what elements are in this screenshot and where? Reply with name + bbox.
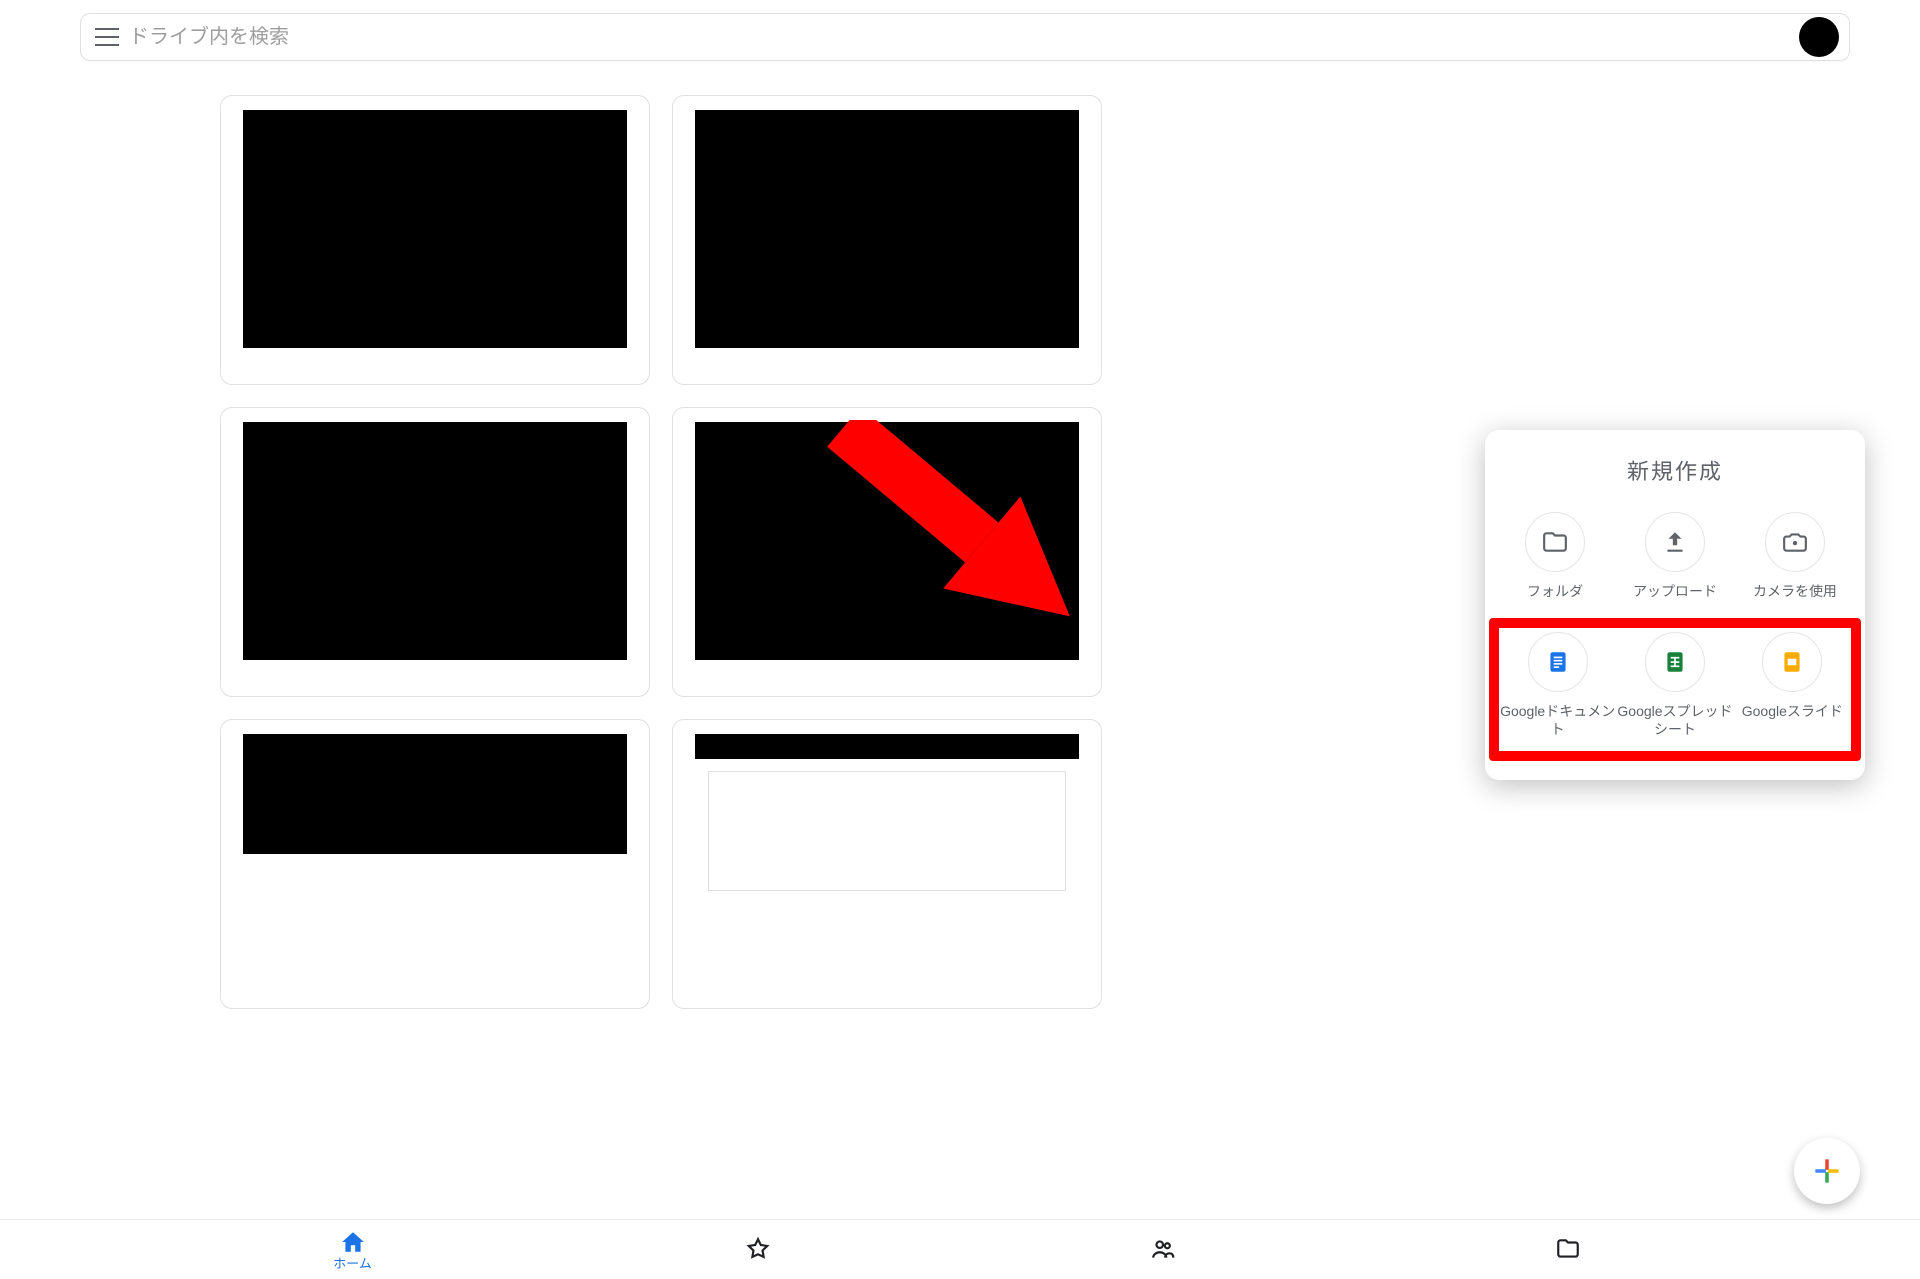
nav-item-shared[interactable] bbox=[960, 1236, 1365, 1264]
search-input[interactable] bbox=[129, 26, 1791, 49]
create-item-label: フォルダ bbox=[1495, 582, 1615, 600]
nav-item-home[interactable]: ホーム bbox=[150, 1229, 555, 1270]
file-thumbnail bbox=[243, 110, 627, 348]
create-item-label: Googleスライド bbox=[1734, 702, 1851, 720]
file-thumbnail bbox=[243, 422, 627, 660]
avatar[interactable] bbox=[1799, 17, 1839, 57]
docs-icon bbox=[1528, 632, 1588, 692]
file-card[interactable] bbox=[220, 95, 650, 385]
slides-icon bbox=[1762, 632, 1822, 692]
file-card[interactable] bbox=[220, 407, 650, 697]
create-item-sheets[interactable]: Googleスプレッドシート bbox=[1616, 628, 1733, 750]
create-item-label: Googleスプレッドシート bbox=[1616, 702, 1733, 738]
file-thumbnail bbox=[695, 110, 1079, 348]
file-grid bbox=[220, 95, 1102, 1009]
file-preview-area bbox=[708, 771, 1066, 891]
create-fab[interactable] bbox=[1794, 1138, 1860, 1204]
file-card[interactable] bbox=[672, 95, 1102, 385]
create-item-upload[interactable]: アップロード bbox=[1615, 508, 1735, 612]
create-item-slides[interactable]: Googleスライド bbox=[1734, 628, 1851, 750]
nav-item-files[interactable] bbox=[1365, 1236, 1770, 1264]
create-item-label: アップロード bbox=[1615, 582, 1735, 600]
search-bar bbox=[80, 13, 1850, 61]
create-panel: 新規作成 フォルダ アップロード カメラを使用 Googleドキュメント bbox=[1485, 430, 1865, 780]
create-item-folder[interactable]: フォルダ bbox=[1495, 508, 1615, 612]
folder-icon bbox=[1555, 1236, 1581, 1262]
upload-icon bbox=[1645, 512, 1705, 572]
menu-icon[interactable] bbox=[95, 28, 119, 46]
nav-item-label: ホーム bbox=[333, 1257, 372, 1270]
nav-item-starred[interactable] bbox=[555, 1236, 960, 1264]
file-card[interactable] bbox=[672, 719, 1102, 1009]
file-thumbnail bbox=[695, 422, 1079, 660]
plus-icon bbox=[1813, 1157, 1841, 1185]
file-card[interactable] bbox=[220, 719, 650, 1009]
file-thumbnail bbox=[695, 734, 1079, 759]
people-icon bbox=[1150, 1236, 1176, 1262]
create-item-docs[interactable]: Googleドキュメント bbox=[1499, 628, 1616, 750]
create-row-apps-highlighted: Googleドキュメント Googleスプレッドシート Googleスライド bbox=[1489, 618, 1861, 760]
star-icon bbox=[745, 1236, 771, 1262]
bottom-nav: ホーム bbox=[0, 1219, 1920, 1279]
create-item-label: Googleドキュメント bbox=[1499, 702, 1616, 738]
create-panel-title: 新規作成 bbox=[1495, 454, 1855, 486]
sheets-icon bbox=[1645, 632, 1705, 692]
file-card[interactable] bbox=[672, 407, 1102, 697]
create-item-camera[interactable]: カメラを使用 bbox=[1735, 508, 1855, 612]
file-thumbnail bbox=[243, 734, 627, 854]
create-item-label: カメラを使用 bbox=[1735, 582, 1855, 600]
camera-icon bbox=[1765, 512, 1825, 572]
create-row-basic: フォルダ アップロード カメラを使用 bbox=[1495, 508, 1855, 612]
folder-icon bbox=[1525, 512, 1585, 572]
home-icon bbox=[340, 1229, 366, 1255]
